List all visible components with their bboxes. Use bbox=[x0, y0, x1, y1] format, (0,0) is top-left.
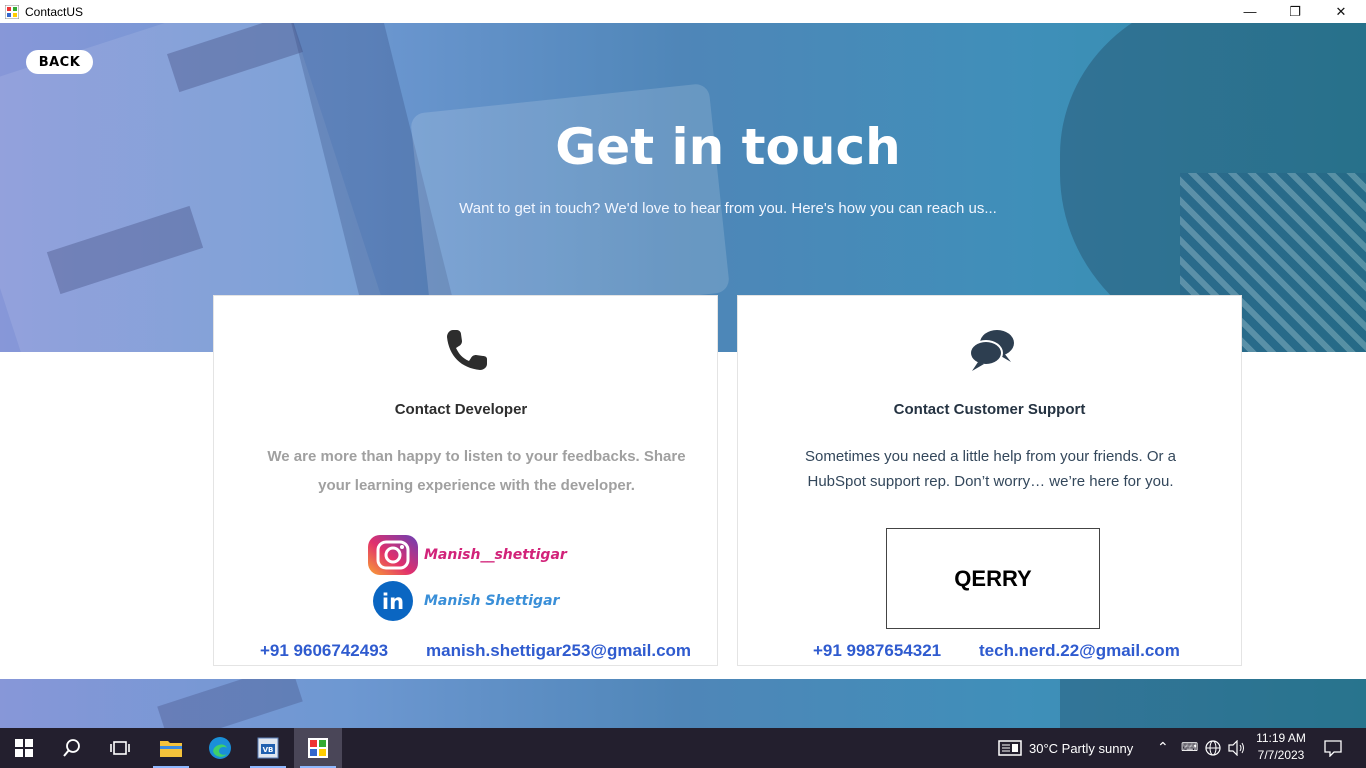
bottom-banner-shape bbox=[157, 679, 303, 728]
news-widget-icon[interactable] bbox=[998, 740, 1022, 756]
bottom-banner-shape bbox=[1060, 679, 1366, 728]
system-clock[interactable]: 11:19 AM 7/7/2023 bbox=[1250, 730, 1312, 764]
instagram-handle: Manish__shettigar bbox=[424, 547, 567, 563]
title-bar: ContactUS — ❐ ✕ bbox=[0, 0, 1366, 23]
contact-developer-card: Contact Developer We are more than happy… bbox=[213, 295, 718, 666]
instagram-icon bbox=[366, 534, 418, 576]
chevron-up-icon[interactable]: ⌃ bbox=[1157, 739, 1169, 756]
notification-icon[interactable] bbox=[1324, 740, 1342, 757]
task-view-icon[interactable] bbox=[96, 728, 144, 768]
query-button[interactable]: QERRY bbox=[886, 528, 1100, 629]
visual-basic-icon[interactable]: VB bbox=[244, 728, 292, 768]
page-subtitle: Want to get in touch? We'd love to hear … bbox=[459, 200, 997, 217]
close-icon: ✕ bbox=[1335, 3, 1347, 19]
keyboard-icon[interactable]: ⌨ bbox=[1181, 740, 1198, 754]
close-button[interactable]: ✕ bbox=[1318, 0, 1364, 23]
contact-support-description: Sometimes you need a little help from yo… bbox=[804, 448, 1176, 490]
windows-start-icon[interactable] bbox=[0, 728, 48, 768]
weather-widget[interactable]: 30°C Partly sunny bbox=[1029, 741, 1133, 756]
developer-phone[interactable]: +91 9606742493 bbox=[260, 641, 388, 661]
developer-email[interactable]: manish.shettigar253@gmail.com bbox=[426, 641, 691, 661]
phone-icon bbox=[447, 330, 487, 370]
contact-developer-heading: Contact Developer bbox=[394, 401, 528, 418]
svg-text:VB: VB bbox=[263, 746, 274, 754]
linkedin-icon: in bbox=[366, 580, 418, 622]
taskbar: VB 30°C Partly sunny ⌃ ⌨ 11:19 AM 7/7/20… bbox=[0, 728, 1366, 768]
back-button[interactable]: BACK bbox=[26, 50, 93, 74]
contact-developer-description: We are more than happy to listen to your… bbox=[267, 448, 686, 494]
volume-icon[interactable] bbox=[1228, 740, 1246, 756]
support-phone[interactable]: +91 9987654321 bbox=[813, 641, 941, 661]
svg-text:in: in bbox=[382, 590, 404, 614]
minimize-button[interactable]: — bbox=[1227, 0, 1273, 23]
linkedin-link[interactable]: in Manish Shettigar bbox=[366, 579, 591, 623]
app-icon bbox=[5, 4, 19, 19]
minimize-icon: — bbox=[1243, 4, 1257, 19]
network-globe-icon[interactable] bbox=[1205, 740, 1221, 756]
contact-support-card: Contact Customer Support Sometimes you n… bbox=[737, 295, 1242, 666]
contactus-app-icon[interactable] bbox=[294, 728, 342, 768]
maximize-button[interactable]: ❐ bbox=[1272, 0, 1318, 23]
clock-date: 7/7/2023 bbox=[1257, 748, 1305, 762]
instagram-link[interactable]: Manish__shettigar bbox=[366, 533, 591, 577]
contact-support-heading: Contact Customer Support bbox=[893, 401, 1086, 418]
page-title: Get in touch bbox=[555, 118, 901, 176]
support-email[interactable]: tech.nerd.22@gmail.com bbox=[979, 641, 1180, 661]
edge-icon[interactable] bbox=[196, 728, 244, 768]
linkedin-name: Manish Shettigar bbox=[424, 593, 560, 609]
restore-icon: ❐ bbox=[1289, 3, 1301, 19]
clock-time: 11:19 AM bbox=[1256, 731, 1306, 745]
chat-bubbles-icon bbox=[969, 330, 1014, 371]
file-explorer-icon[interactable] bbox=[147, 728, 195, 768]
bottom-banner bbox=[0, 679, 1366, 728]
search-icon[interactable] bbox=[48, 728, 96, 768]
window-title: ContactUS bbox=[25, 4, 84, 19]
